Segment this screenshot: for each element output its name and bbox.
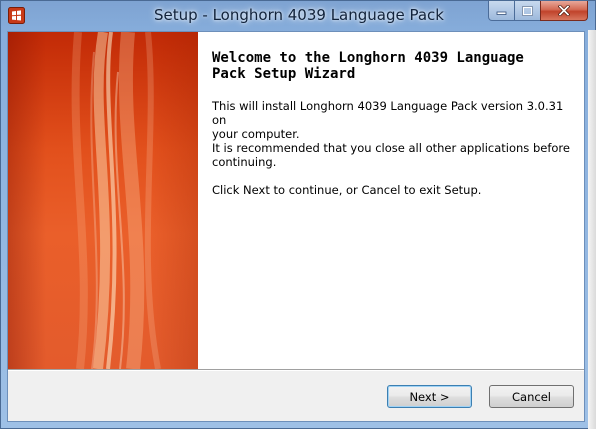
maximize-icon [522, 5, 533, 16]
recommendation-text: It is recommended that you close all oth… [212, 141, 572, 169]
minimize-icon [496, 11, 507, 15]
install-info-text: This will install Longhorn 4039 Language… [212, 99, 572, 141]
cancel-button[interactable]: Cancel [489, 385, 574, 408]
welcome-heading-line1: Welcome to the Longhorn 4039 Language [212, 50, 524, 66]
close-icon [558, 5, 570, 16]
welcome-heading: Welcome to the Longhorn 4039 Language Pa… [212, 50, 572, 82]
wizard-side-banner [8, 32, 198, 369]
close-button[interactable] [540, 1, 588, 21]
next-button[interactable]: Next > [387, 385, 472, 408]
welcome-heading-line2: Pack Setup Wizard [212, 66, 356, 82]
background-scrollbar-edge [588, 30, 596, 429]
minimize-button[interactable] [488, 1, 515, 21]
install-info-line1: This will install Longhorn 4039 Language… [212, 99, 564, 127]
title-bar[interactable]: Setup - Longhorn 4039 Language Pack [1, 1, 596, 31]
setup-window: Setup - Longhorn 4039 Language Pack Welc… [0, 0, 596, 429]
recommendation-line2: continuing. [212, 155, 277, 169]
wizard-content-panel: Welcome to the Longhorn 4039 Language Pa… [198, 32, 584, 369]
maximize-button[interactable] [514, 1, 541, 21]
instruction-text: Click Next to continue, or Cancel to exi… [212, 183, 482, 197]
install-info-line2: your computer. [212, 127, 300, 141]
wizard-client-area: Welcome to the Longhorn 4039 Language Pa… [7, 31, 585, 422]
button-area-separator [8, 369, 584, 371]
banner-artwork [71, 32, 161, 369]
recommendation-line1: It is recommended that you close all oth… [212, 141, 570, 155]
